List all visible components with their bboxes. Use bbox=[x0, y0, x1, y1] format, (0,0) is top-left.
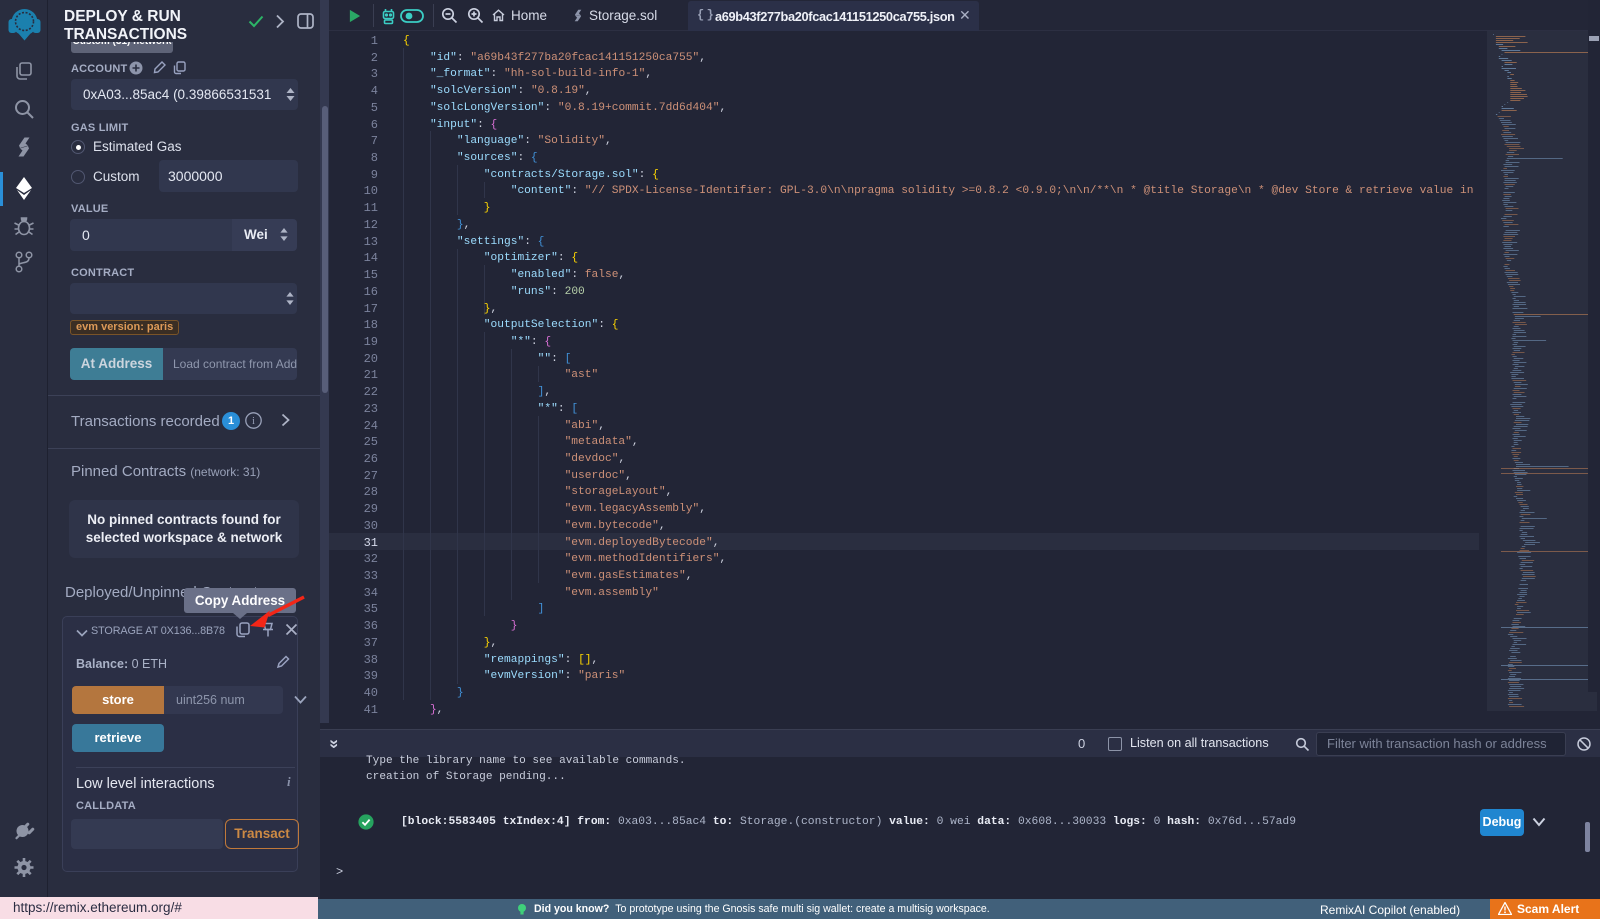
svg-text:i: i bbox=[252, 416, 255, 427]
